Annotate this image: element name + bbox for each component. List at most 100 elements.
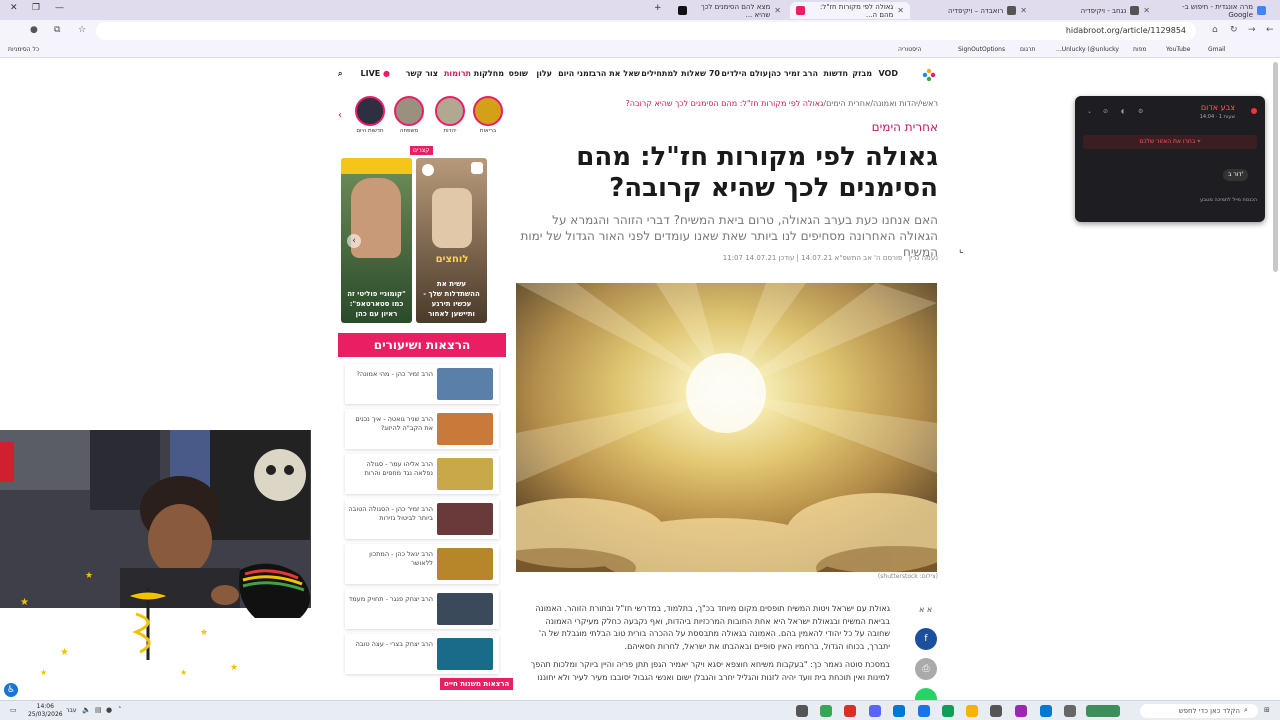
bookmark-translate[interactable]: תרגום [1020,46,1035,53]
breadcrumb-section[interactable]: יהדות ואמונה [873,99,918,108]
chrome-icon[interactable] [820,705,832,717]
file-explorer-icon[interactable] [966,705,978,717]
popup-tag[interactable]: דור ב' [1223,169,1249,181]
lecture-item[interactable]: הרב יגאל כהן - המתכון ללאושר [345,544,499,584]
settings-icon[interactable]: ⚙ [1138,108,1143,115]
windows-start-icon[interactable]: ⊞ [1264,706,1270,714]
nav-beginners[interactable]: למתחילים [641,69,678,78]
close-icon[interactable]: ✕ [774,6,781,15]
whatsapp-share-icon[interactable] [915,688,937,700]
nav-rabbi-zamir[interactable]: הרב זמיר כהן [768,69,818,78]
language-indicator[interactable]: עבר [66,707,77,714]
story-judaism[interactable]: יהדות [434,96,466,134]
volume-icon[interactable]: 🔈 [82,706,91,714]
window-close-icon[interactable]: ✕ [10,3,18,13]
nav-zmanim[interactable]: זמני היום [558,69,592,78]
taskbar-clock[interactable]: 14:06 25/03/2026 [28,703,63,719]
reel-card[interactable]: לוחצים עשית את ההשתדלות שלך - עכשיו תירג… [416,158,487,323]
lecture-item[interactable]: הרב זמיר כהן - הסגולה הטובה ביותר לביטול… [345,499,499,539]
window-restore-icon[interactable]: ❐ [32,3,40,13]
bookmark-maps[interactable]: מפות [1133,46,1146,53]
all-bookmarks[interactable]: כל הסימניות [8,46,39,53]
breadcrumb-subsection[interactable]: אחרית הימים [826,99,870,108]
speaker-icon[interactable]: ◖ [1121,108,1124,115]
notification-icon[interactable]: ▭ [10,706,17,714]
close-icon[interactable]: ✕ [1020,6,1027,15]
lecture-item[interactable]: הרב יצחק בצרי - עצה טובה [345,634,499,674]
task-view-icon[interactable] [1064,705,1076,717]
choose-area-button[interactable]: ⌖ בחרו את האזור שלכם [1083,135,1257,149]
nav-departments[interactable]: מחלקות [474,69,504,78]
home-icon[interactable]: ⌂ [1212,25,1218,35]
tray-expand-icon[interactable]: ˄ [118,706,122,714]
mute-icon[interactable]: ⊘ [1103,108,1108,115]
tab-article-active[interactable]: ✕ גאולה לפי מקורות חז"ל: מהם ה... [790,2,910,19]
nav-70-questions[interactable]: 70 שאלות [681,69,720,78]
nav-kids[interactable]: עולם הילדים [721,69,768,78]
close-icon[interactable]: ✕ [1143,6,1150,15]
tab-google-search[interactable]: מרה אונגדית - חיפוש ב-Google [1160,2,1272,19]
taskbar-search-input[interactable]: הקלד כאן כדי לחפש [1140,704,1258,718]
close-icon[interactable]: ✕ [897,6,904,15]
taskbar-app-icon[interactable] [893,705,905,717]
nav-live[interactable]: ● LIVE [361,69,391,78]
lecture-item[interactable]: הרב אליהו עמר - סגולה נפלאה נגד מחסים וה… [345,454,499,494]
profile-icon[interactable]: ● [30,25,38,35]
store-icon[interactable] [942,705,954,717]
chevron-down-icon[interactable]: ⌄ [1087,108,1092,115]
article-category[interactable]: אחרית הימים [760,120,938,134]
facebook-share-icon[interactable]: f [915,628,937,650]
page-scrollbar[interactable] [1273,62,1278,272]
print-icon[interactable]: ⎙ [915,658,937,680]
nav-vod[interactable]: VOD [879,69,899,78]
nav-news[interactable]: חדשות [824,69,848,78]
article-author[interactable]: נעמה גרין [909,254,938,262]
bookmark-star-icon[interactable]: ☆ [78,25,86,35]
tab-tiktok[interactable]: ✕ מצא להם הסימנים לכך שהיא ... [672,2,787,19]
bookmark-signout[interactable]: SignOutOptions [958,46,1005,53]
forward-icon[interactable]: → [1248,25,1256,35]
font-size-control[interactable]: א א [919,605,932,614]
nav-contact[interactable]: צור קשר [406,69,438,78]
reel-card[interactable]: "קומוניי פוליטי זה כמו סטארטאפ": ראיון ע… [341,158,412,323]
tab-wikipedia-2[interactable]: ✕ רואבדה – ויקיפדיה [915,2,1033,19]
mute-icon[interactable] [422,164,434,176]
network-icon[interactable]: ▤ [95,706,102,714]
lecture-item[interactable]: הרב יצחק פנגר - תחויק מעמד [345,589,499,629]
taskbar-app-icon[interactable] [990,705,1002,717]
back-icon[interactable]: ← [1266,25,1274,35]
edge-icon[interactable] [1040,705,1052,717]
hidabroot-logo-icon[interactable] [922,68,936,82]
lecture-item[interactable]: הרב שניר גואטה - איך נכנים את הקב"ה להיז… [345,409,499,449]
taskbar-app-icon[interactable] [844,705,856,717]
widgets-icon[interactable] [1086,705,1120,717]
extensions-icon[interactable]: ⧉ [54,25,60,35]
lecture-item[interactable]: הרב זמיר כהן - מהי אמונה? [345,364,499,404]
breadcrumb-home[interactable]: ראשי [921,99,938,108]
tab-wikipedia-1[interactable]: ✕ נגחב - ויקיפדיה [1038,2,1156,19]
nav-alon[interactable]: עלון [536,69,552,78]
microphone-icon[interactable]: ● [106,706,112,714]
story-health[interactable]: בריאות [472,96,504,134]
nav-shops[interactable]: שופס [508,69,528,78]
lectures-more-button[interactable]: הרצאות משנות חיים [440,678,514,690]
nav-donations[interactable]: תרומות [444,69,471,78]
chevron-left-icon[interactable]: ‹ [347,234,361,248]
accessibility-icon[interactable]: ♿ [4,683,18,697]
reload-icon[interactable]: ↻ [1230,25,1238,35]
taskbar-app-icon[interactable] [918,705,930,717]
url-input[interactable]: hidabroot.org/article/1129854 [96,22,1196,40]
taskbar-app-icon[interactable] [1015,705,1027,717]
story-news[interactable]: חדשות היום [354,96,386,134]
bookmark-gmail[interactable]: Gmail [1208,46,1226,53]
nav-ask-rabbi[interactable]: שאל את הרב [591,69,640,78]
nav-mivzak[interactable]: מבזק [852,69,872,78]
taskbar-app-icon[interactable] [796,705,808,717]
bookmark-youtube[interactable]: YouTube [1166,46,1190,53]
discord-icon[interactable] [869,705,881,717]
search-icon[interactable]: ⌕ [338,69,342,79]
bookmark-unlucky[interactable]: Unlucky (@unlucky... [1056,46,1119,53]
bookmark-history[interactable]: היסטוריה [898,46,921,53]
window-minimize-icon[interactable]: — [55,3,64,13]
chevron-left-icon[interactable]: ‹ [338,110,342,121]
